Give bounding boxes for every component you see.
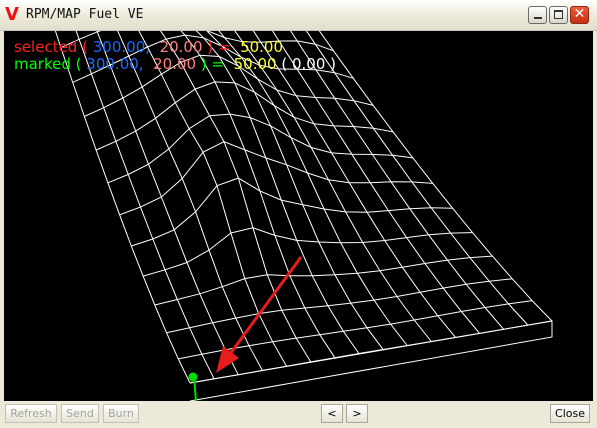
- close-icon: ✕: [573, 6, 586, 22]
- ve-table-wireframe[interactable]: [4, 31, 593, 401]
- minimize-button[interactable]: [528, 6, 547, 24]
- grid-line-rpm: [142, 227, 473, 277]
- title-bar[interactable]: V RPM/MAP Fuel VE ✕: [0, 0, 597, 31]
- grid-line-map: [290, 31, 505, 330]
- selected-x: 300.00,: [92, 38, 151, 56]
- grid-line-rpm: [119, 141, 433, 216]
- grid-line-rpm: [107, 113, 413, 184]
- marked-x: 300.00,: [86, 55, 144, 73]
- grid-line-map: [54, 31, 191, 384]
- grid-line-map: [305, 31, 529, 326]
- previous-button[interactable]: <: [321, 404, 343, 423]
- maximize-button[interactable]: [549, 6, 568, 24]
- selected-label: selected: [14, 38, 78, 56]
- close-window-button[interactable]: ✕: [570, 6, 589, 24]
- grid-line-map: [117, 31, 263, 371]
- annotation-arrow: [216, 256, 303, 373]
- burn-button[interactable]: Burn: [103, 404, 139, 423]
- refresh-button[interactable]: Refresh: [5, 404, 57, 423]
- grid-line-map: [160, 31, 312, 363]
- send-button[interactable]: Send: [61, 404, 99, 423]
- marked-y: 20.00: [153, 55, 197, 73]
- app-logo-icon: V: [5, 4, 19, 25]
- marked-value: 50.00: [233, 55, 277, 73]
- grid-line-map: [252, 31, 456, 338]
- close-button[interactable]: Close: [550, 404, 590, 423]
- selected-value: 50.00: [240, 38, 284, 56]
- grid-line-map: [138, 31, 287, 367]
- marked-point[interactable]: [188, 372, 198, 382]
- grid-line-rpm: [131, 177, 453, 247]
- selected-y: 20.00: [159, 38, 203, 56]
- marked-label: marked: [14, 55, 71, 73]
- fuel-ve-window: V RPM/MAP Fuel VE ✕ selected ( 300.00, 2…: [0, 0, 597, 428]
- marked-readout: marked ( 300.00, 20.00 ) = 50.00 ( 0.00 …: [14, 55, 336, 73]
- help-hint: Show / hide help: F2: [422, 37, 585, 56]
- next-button[interactable]: >: [346, 404, 368, 423]
- grid-line-map: [75, 31, 215, 380]
- maximize-icon: [554, 10, 563, 19]
- grid-line-map: [318, 31, 553, 322]
- selected-readout: selected ( 300.00, 20.00 ) = 50.00: [14, 38, 284, 56]
- marked-delta: ( 0.00 ): [281, 55, 336, 73]
- grid-line-map: [218, 31, 408, 346]
- window-title: RPM/MAP Fuel VE: [26, 7, 144, 22]
- minimize-icon: [534, 17, 542, 19]
- button-bar: Refresh Send Burn < > Close: [0, 401, 597, 428]
- 3d-table-view[interactable]: selected ( 300.00, 20.00 ) = 50.00 marke…: [4, 31, 593, 401]
